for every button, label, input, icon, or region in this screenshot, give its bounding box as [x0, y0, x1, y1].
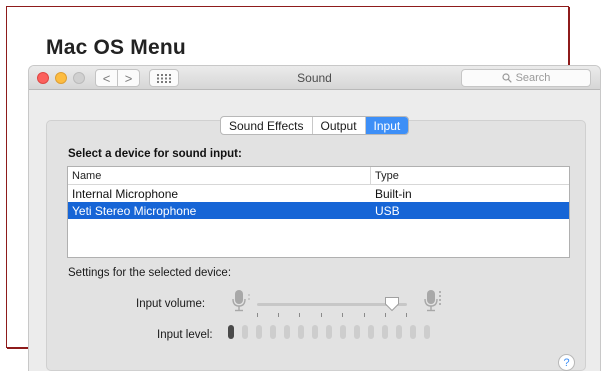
table-header: Name Type [68, 167, 569, 185]
settings-label: Settings for the selected device: [68, 267, 232, 279]
sound-preferences-window: < > Sound Search Sound Effects Output In… [29, 66, 600, 371]
tab-bar: Sound Effects Output Input [220, 116, 410, 135]
level-bar [354, 325, 360, 339]
microphone-high-icon [424, 290, 441, 312]
help-button[interactable]: ? [558, 354, 575, 371]
device-type: USB [375, 203, 400, 218]
slider-tick [299, 313, 300, 317]
device-list-heading: Select a device for sound input: [68, 148, 242, 160]
slider-tick [364, 313, 365, 317]
level-bar [368, 325, 374, 339]
column-header-type[interactable]: Type [371, 167, 569, 184]
input-level-label: Input level: [157, 329, 213, 341]
level-bar [270, 325, 276, 339]
slider-tick [321, 313, 322, 317]
tab-input[interactable]: Input [364, 117, 409, 134]
slider-tick [257, 313, 258, 317]
tab-sound-effects[interactable]: Sound Effects [221, 117, 311, 134]
slider-tick [385, 313, 386, 317]
search-field[interactable]: Search [461, 69, 591, 87]
slider-tick [406, 313, 407, 317]
input-level-meter [228, 325, 430, 339]
column-header-name[interactable]: Name [68, 167, 371, 184]
table-row[interactable]: Yeti Stereo Microphone USB [68, 202, 569, 219]
device-name: Yeti Stereo Microphone [72, 203, 197, 218]
microphone-low-icon [232, 290, 250, 312]
table-row[interactable]: Internal Microphone Built-in [68, 185, 569, 202]
device-table: Name Type Internal Microphone Built-in Y… [67, 166, 570, 258]
level-bar [424, 325, 430, 339]
level-bar [256, 325, 262, 339]
level-bar [396, 325, 402, 339]
slider-tick [342, 313, 343, 317]
help-icon: ? [563, 356, 570, 369]
slider-tick [278, 313, 279, 317]
input-volume-label: Input volume: [136, 298, 206, 310]
level-bar [284, 325, 290, 339]
device-name: Internal Microphone [72, 186, 179, 201]
level-bar [410, 325, 416, 339]
toolbar: < > Sound Search [29, 66, 600, 90]
level-bar [312, 325, 318, 339]
level-bar [382, 325, 388, 339]
level-bar [340, 325, 346, 339]
search-placeholder: Search [515, 72, 551, 84]
level-bar [242, 325, 248, 339]
frame-title: Mac OS Menu [46, 36, 186, 59]
search-icon [501, 73, 512, 83]
slider-thumb[interactable] [384, 296, 400, 312]
input-volume-slider[interactable] [257, 297, 407, 319]
device-type: Built-in [375, 186, 412, 201]
tab-output[interactable]: Output [311, 117, 365, 134]
level-bar [228, 325, 234, 339]
level-bar [298, 325, 304, 339]
level-bar [326, 325, 332, 339]
